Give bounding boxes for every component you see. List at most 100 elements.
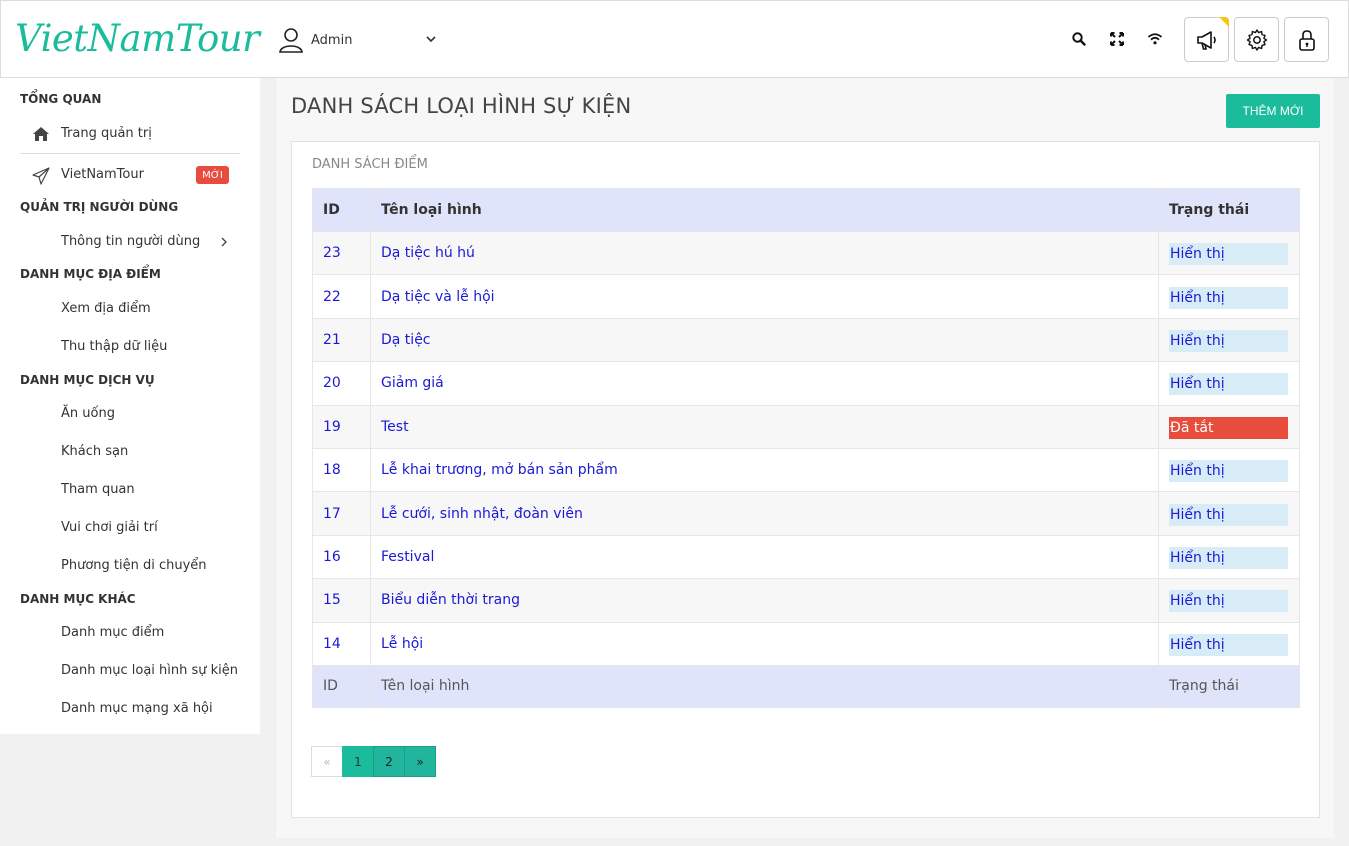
status-badge[interactable]: Hiển thị: [1169, 460, 1288, 483]
row-id[interactable]: 15: [312, 578, 371, 623]
logo[interactable]: VietNamTour: [15, 15, 260, 63]
status-badge[interactable]: Hiển thị: [1169, 590, 1288, 613]
chevron-right-icon[interactable]: [219, 237, 229, 247]
table-row[interactable]: 21 Dạ tiệc Hiển thị: [312, 317, 1300, 363]
notification-indicator: [1219, 17, 1229, 27]
section-services: DANH MỤC DỊCH VỤ: [20, 373, 155, 387]
row-status-cell: Hiển thị: [1158, 230, 1300, 276]
add-new-button[interactable]: THÊM MỚI: [1226, 94, 1320, 128]
megaphone-icon: [1196, 30, 1216, 50]
row-name-link[interactable]: Lễ hội: [370, 621, 1159, 666]
sidebar-item-entertainment[interactable]: Vui chơi giải trí: [61, 520, 158, 535]
sidebar-item-hotel[interactable]: Khách sạn: [61, 444, 128, 459]
wifi-icon[interactable]: [1147, 31, 1163, 47]
row-id[interactable]: 18: [312, 447, 371, 493]
table-row[interactable]: 17 Lễ cưới, sinh nhật, đoàn viên Hiển thị: [312, 491, 1300, 536]
column-header-id[interactable]: ID: [312, 188, 371, 232]
sidebar-item-event-types[interactable]: Danh mục loại hình sự kiện: [61, 663, 238, 678]
section-places: DANH MỤC ĐỊA ĐIỂM: [20, 267, 161, 281]
search-icon[interactable]: [1071, 31, 1087, 47]
lock-icon: [1298, 29, 1315, 51]
row-id[interactable]: 19: [312, 404, 371, 449]
row-id[interactable]: 14: [312, 621, 371, 666]
section-other: DANH MỤC KHÁC: [20, 592, 136, 606]
row-name-link[interactable]: Lễ cưới, sinh nhật, đoàn viên: [370, 491, 1159, 536]
table-row[interactable]: 16 Festival Hiển thị: [312, 534, 1300, 580]
list-panel: DANH SÁCH ĐIỂM ID Tên loại hình Trạng th…: [291, 141, 1320, 818]
row-status-cell: Hiển thị: [1158, 534, 1300, 580]
footer-id: ID: [312, 664, 371, 708]
sidebar-item-admin-home[interactable]: Trang quản trị: [61, 126, 152, 141]
row-status-cell: Hiển thị: [1158, 447, 1300, 493]
row-id[interactable]: 20: [312, 361, 371, 406]
status-badge[interactable]: Hiển thị: [1169, 329, 1288, 352]
row-status-cell: Hiển thị: [1158, 578, 1300, 623]
pagination-page-2[interactable]: 2: [373, 746, 405, 777]
row-status-cell: Hiển thị: [1158, 361, 1300, 406]
column-header-name[interactable]: Tên loại hình: [370, 188, 1159, 232]
row-id[interactable]: 21: [312, 317, 371, 363]
table-header-row: ID Tên loại hình Trạng thái: [312, 188, 1300, 232]
row-name-link[interactable]: Giảm giá: [370, 361, 1159, 406]
section-overview: TỔNG QUAN: [20, 92, 102, 106]
status-badge[interactable]: Hiển thị: [1169, 503, 1288, 526]
sidebar-item-transport[interactable]: Phương tiện di chuyển: [61, 558, 207, 573]
table-row[interactable]: 22 Dạ tiệc và lễ hội Hiển thị: [312, 274, 1300, 319]
row-id[interactable]: 23: [312, 230, 371, 276]
row-name-link[interactable]: Dạ tiệc và lễ hội: [370, 274, 1159, 319]
user-icon: [279, 28, 303, 53]
pagination-prev[interactable]: «: [311, 746, 343, 777]
row-id[interactable]: 16: [312, 534, 371, 580]
event-types-table: ID Tên loại hình Trạng thái 23 Dạ tiệc hú…: [312, 188, 1300, 708]
table-row[interactable]: 15 Biểu diễn thời trang Hiển thị: [312, 578, 1300, 623]
table-row[interactable]: 18 Lễ khai trương, mở bán sản phẩm Hiển th…: [312, 447, 1300, 493]
sidebar-item-user-info[interactable]: Thông tin người dùng: [61, 234, 200, 249]
top-header: VietNamTour Admin: [0, 0, 1349, 78]
table-row[interactable]: 20 Giảm giá Hiển thị: [312, 361, 1300, 406]
status-badge[interactable]: Hiển thị: [1169, 243, 1288, 266]
column-header-status[interactable]: Trạng thái: [1158, 188, 1300, 232]
section-users: QUẢN TRỊ NGƯỜI DÙNG: [20, 200, 179, 214]
sidebar-item-point-categories[interactable]: Danh mục điểm: [61, 625, 164, 640]
table-row[interactable]: 23 Dạ tiệc hú hú Hiển thị: [312, 230, 1300, 276]
footer-name: Tên loại hình: [370, 664, 1159, 708]
row-status-cell: Đã tắt: [1158, 404, 1300, 449]
sidebar: TỔNG QUAN Trang quản trị VietNamTour MỚI…: [0, 78, 260, 734]
status-badge[interactable]: Hiển thị: [1169, 286, 1288, 309]
row-id[interactable]: 22: [312, 274, 371, 319]
row-status-cell: Hiển thị: [1158, 491, 1300, 536]
settings-button[interactable]: [1234, 17, 1279, 62]
row-name-link[interactable]: Dạ tiệc hú hú: [370, 230, 1159, 276]
table-row[interactable]: 14 Lễ hội Hiển thị: [312, 621, 1300, 666]
page-title: DANH SÁCH LOẠI HÌNH SỰ KIỆN: [291, 94, 632, 118]
row-name-link[interactable]: Test: [370, 404, 1159, 449]
sidebar-item-vietnamtour[interactable]: VietNamTour: [61, 167, 144, 182]
sidebar-item-view-places[interactable]: Xem địa điểm: [61, 301, 151, 316]
table-footer-row: ID Tên loại hình Trạng thái: [312, 664, 1300, 708]
status-badge[interactable]: Hiển thị: [1169, 633, 1288, 656]
pagination-page-1[interactable]: 1: [342, 746, 374, 777]
gear-icon: [1246, 28, 1267, 51]
chevron-down-icon[interactable]: [425, 33, 437, 45]
pagination-next[interactable]: »: [404, 746, 436, 777]
row-status-cell: Hiển thị: [1158, 621, 1300, 666]
status-badge[interactable]: Đã tắt: [1169, 416, 1288, 439]
row-name-link[interactable]: Lễ khai trương, mở bán sản phẩm: [370, 447, 1159, 493]
notifications-button[interactable]: [1184, 17, 1229, 62]
sidebar-item-sightseeing[interactable]: Tham quan: [61, 482, 135, 497]
row-name-link[interactable]: Dạ tiệc: [370, 317, 1159, 363]
sidebar-item-social[interactable]: Danh mục mạng xã hội: [61, 701, 213, 716]
fullscreen-icon[interactable]: [1109, 31, 1125, 47]
status-badge[interactable]: Hiển thị: [1169, 373, 1288, 396]
row-id[interactable]: 17: [312, 491, 371, 536]
panel-title: DANH SÁCH ĐIỂM: [312, 157, 428, 172]
row-status-cell: Hiển thị: [1158, 274, 1300, 319]
table-row[interactable]: 19 Test Đã tắt: [312, 404, 1300, 449]
sidebar-item-collect-data[interactable]: Thu thập dữ liệu: [61, 339, 167, 354]
row-name-link[interactable]: Festival: [370, 534, 1159, 580]
row-name-link[interactable]: Biểu diễn thời trang: [370, 578, 1159, 623]
status-badge[interactable]: Hiển thị: [1169, 546, 1288, 569]
lock-button[interactable]: [1284, 17, 1329, 62]
user-menu[interactable]: Admin: [279, 25, 436, 55]
sidebar-item-food[interactable]: Ăn uống: [61, 406, 115, 421]
